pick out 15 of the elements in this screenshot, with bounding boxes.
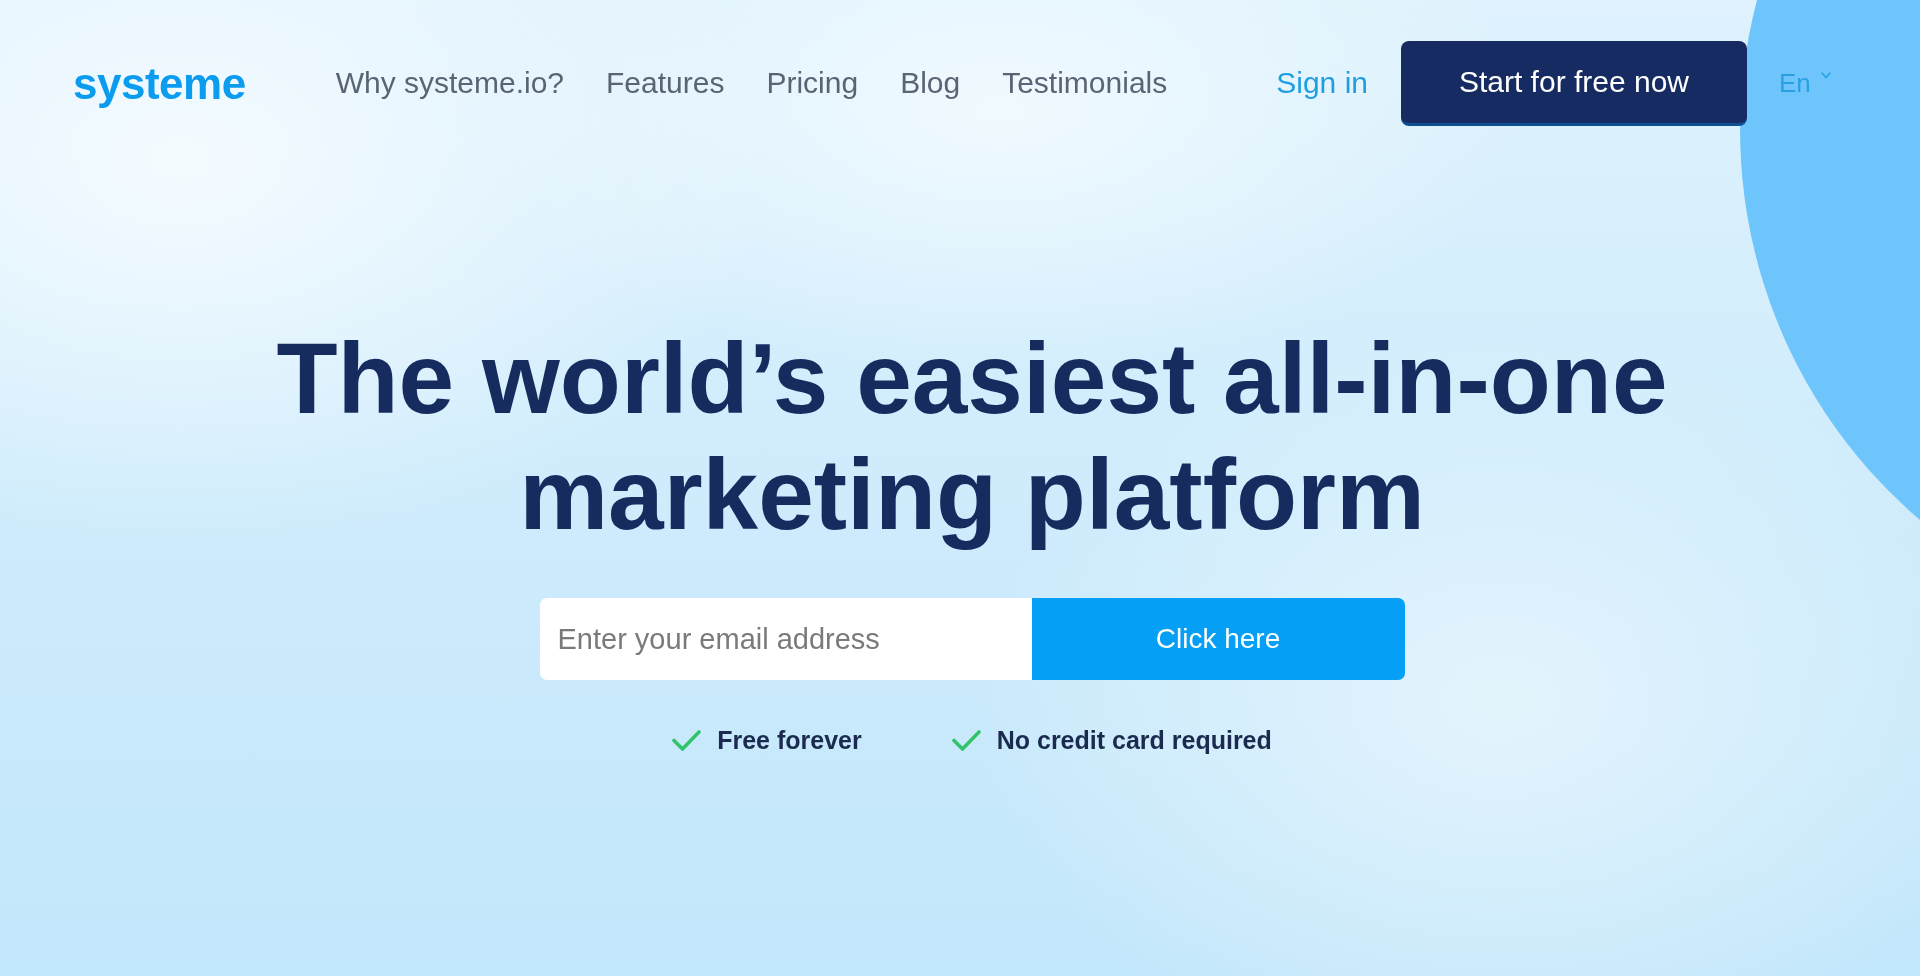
nav-link[interactable]: Blog	[900, 66, 961, 101]
nav-link[interactable]: Features	[606, 66, 725, 101]
benefit-text: No credit card required	[996, 726, 1272, 755]
headline: The world’s easiest all-in-one marketing platform	[275, 321, 1669, 552]
logo[interactable]: systeme	[73, 61, 246, 106]
click-here-button[interactable]: Click here	[1031, 598, 1405, 680]
caret-icon	[1820, 72, 1831, 79]
nav-link[interactable]: Pricing	[766, 66, 859, 101]
check-icon	[951, 730, 981, 751]
nav-link[interactable]: Why systeme.io?	[335, 66, 565, 101]
nav-link[interactable]: Testimonials	[1002, 66, 1168, 101]
email-input-field[interactable]: Enter your email address	[539, 598, 1032, 680]
start-free-button[interactable]: Start for free now	[1401, 41, 1747, 126]
benefit-text: Free forever	[717, 726, 862, 755]
check-icon	[672, 730, 702, 751]
